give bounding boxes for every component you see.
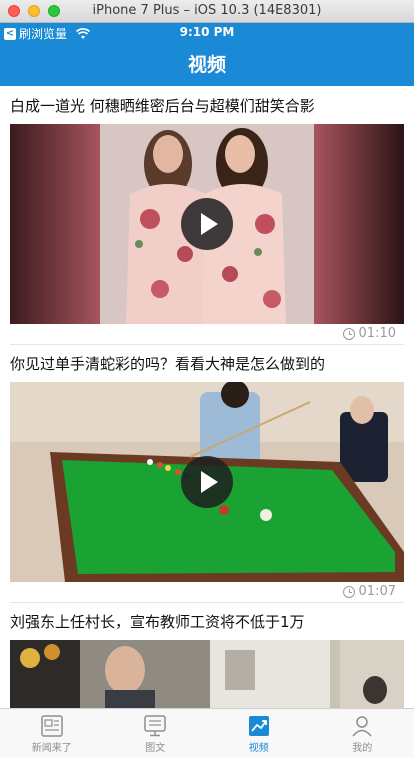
video-title[interactable]: 白成一道光 何穗晒维密后台与超模们甜笑合影 (10, 95, 315, 116)
video-thumbnail[interactable] (10, 382, 404, 582)
tab-video[interactable]: 视频 (207, 709, 311, 758)
video-title[interactable]: 你见过单手清蛇彩的吗？看看大神是怎么做到的 (10, 353, 325, 374)
simulator-title: iPhone 7 Plus – iOS 10.3 (14E8301) (92, 3, 322, 18)
nav-bar: 视频 (0, 42, 414, 86)
video-thumbnail[interactable] (10, 640, 404, 708)
duration-label: 01:10 (358, 326, 396, 341)
tab-label: 新闻来了 (31, 743, 72, 754)
clock-icon (342, 327, 355, 340)
clock-icon (342, 585, 355, 598)
play-button[interactable] (181, 198, 233, 250)
tab-label: 我的 (352, 743, 373, 754)
status-bar: < 刷浏览量 9:10 PM (0, 23, 414, 42)
simulator-window-bar: iPhone 7 Plus – iOS 10.3 (14E8301) (0, 0, 414, 23)
tab-news[interactable]: 新闻来了 (0, 709, 104, 758)
tab-label: 图文 (145, 743, 166, 754)
status-time: 9:10 PM (179, 25, 235, 39)
page-title: 视频 (187, 54, 226, 76)
video-duration: 01:10 (342, 326, 396, 341)
play-button[interactable] (181, 456, 233, 508)
video-title[interactable]: 刘强东上任村长，宣布教师工资将不低于1万 (10, 611, 305, 632)
video-thumbnail[interactable] (10, 124, 404, 324)
item-divider (10, 344, 404, 345)
video-chart-icon (248, 716, 269, 736)
app-screen: iPhone 7 Plus – iOS 10.3 (14E8301) < 刷浏览… (0, 0, 414, 758)
profile-icon (352, 716, 372, 737)
image-text-icon (144, 715, 166, 737)
tab-bar: 新闻来了 图文 视频 我的 (0, 708, 414, 758)
tab-image-text[interactable]: 图文 (104, 709, 208, 758)
duration-label: 01:07 (358, 584, 396, 599)
tab-profile[interactable]: 我的 (311, 709, 414, 758)
video-feed[interactable]: 白成一道光 何穗晒维密后台与超模们甜笑合影 01:10 你见过单手清蛇彩的吗？看… (0, 86, 414, 708)
village-street-photo (10, 640, 404, 708)
news-icon (41, 715, 63, 737)
tab-label: 视频 (248, 743, 269, 754)
item-divider (10, 602, 404, 603)
video-duration: 01:07 (342, 584, 396, 599)
